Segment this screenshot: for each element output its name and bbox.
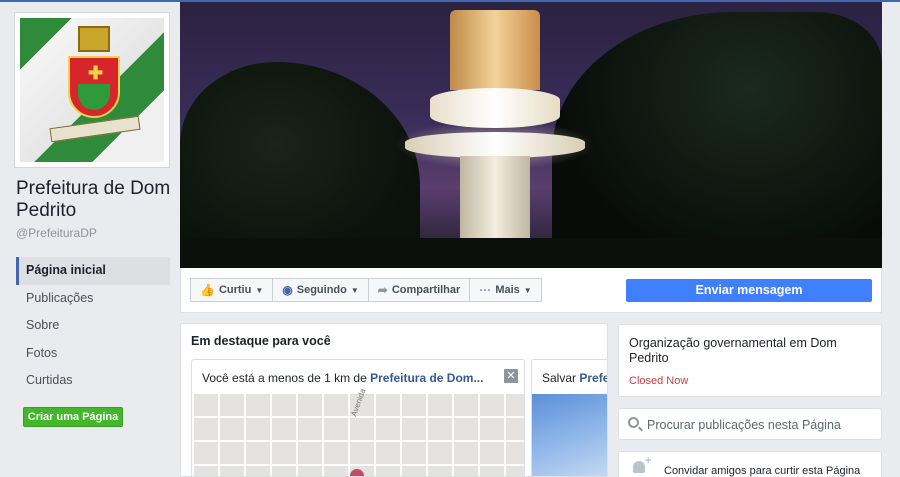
trees-silhouette-right — [552, 12, 882, 268]
send-message-button[interactable]: Enviar mensagem — [626, 279, 872, 302]
nav-item-about[interactable]: Sobre — [16, 312, 170, 340]
search-input[interactable] — [647, 415, 875, 435]
map-street-label: Avenida — [349, 387, 368, 418]
close-icon[interactable]: ✕ — [504, 369, 518, 383]
page-navigation: Página inicial Publicações Sobre Fotos C… — [16, 257, 170, 395]
add-friend-icon — [633, 455, 651, 473]
chevron-down-icon: ▼ — [523, 285, 532, 295]
share-label: Compartilhar — [391, 284, 461, 296]
nav-item-home[interactable]: Página inicial — [16, 257, 170, 285]
profile-picture[interactable]: ✚ — [14, 12, 170, 168]
save-text-prefix: Salvar — [542, 371, 580, 385]
nav-item-posts[interactable]: Publicações — [16, 285, 170, 313]
nav-item-likes[interactable]: Curtidas — [16, 367, 170, 395]
page-post-search — [618, 408, 882, 440]
page-title[interactable]: Prefeitura de Dom Pedrito — [16, 178, 176, 222]
chevron-down-icon: ▼ — [255, 285, 264, 295]
location-text-prefix: Você está a menos de 1 km de — [202, 371, 371, 385]
ellipsis-icon: ··· — [479, 283, 492, 297]
highlights-card: Em destaque para você Você está a menos … — [180, 323, 608, 477]
chevron-down-icon: ▼ — [350, 285, 359, 295]
ground-silhouette — [180, 238, 882, 268]
like-button[interactable]: 👍 Curtiu ▼ — [190, 278, 274, 302]
search-icon — [628, 417, 639, 428]
page-action-bar: 👍 Curtiu ▼ ◉ Seguindo ▼ ➦ Compartilhar ·… — [180, 268, 882, 313]
about-card: Organização governamental em Dom Pedrito… — [618, 324, 882, 397]
save-page-link[interactable]: Prefe — [579, 371, 607, 385]
cross-icon: ✚ — [88, 63, 104, 83]
save-card-text: Salvar Prefe — [542, 371, 607, 385]
save-page-card[interactable]: Salvar Prefe — [531, 359, 607, 476]
save-card-image — [532, 394, 607, 476]
page-category[interactable]: Organização governamental em Dom Pedrito — [629, 336, 859, 366]
thumbs-up-icon: 👍 — [200, 283, 215, 297]
following-label: Seguindo — [296, 284, 347, 296]
location-page-link[interactable]: Prefeitura de Dom... — [370, 371, 483, 385]
location-map[interactable]: Avenida — [192, 387, 524, 476]
invite-friends-row[interactable]: Convidar amigos para curtir esta Página — [618, 451, 882, 477]
more-label: Mais — [495, 284, 520, 296]
like-label: Curtiu — [218, 284, 252, 296]
cover-photo[interactable] — [180, 2, 882, 268]
highlights-title: Em destaque para você — [191, 334, 331, 348]
action-buttons: 👍 Curtiu ▼ ◉ Seguindo ▼ ➦ Compartilhar ·… — [190, 278, 542, 302]
motto-ribbon — [49, 115, 141, 143]
page-handle[interactable]: @PrefeituraDP — [16, 226, 97, 240]
create-page-button[interactable]: Criar uma Página — [23, 407, 123, 427]
share-button[interactable]: ➦ Compartilhar — [367, 278, 471, 302]
rss-icon: ◉ — [282, 283, 293, 297]
nav-item-photos[interactable]: Fotos — [16, 340, 170, 368]
invite-friends-label: Convidar amigos para curtir esta Página — [664, 465, 861, 477]
more-button[interactable]: ··· Mais ▼ — [469, 278, 542, 302]
crown-emblem — [78, 26, 110, 52]
shield-emblem: ✚ — [68, 56, 120, 118]
share-arrow-icon: ➦ — [377, 283, 388, 297]
map-pin-icon — [350, 469, 364, 476]
location-card[interactable]: Você está a menos de 1 km de Prefeitura … — [191, 359, 525, 476]
open-status: Closed Now — [629, 375, 689, 387]
following-button[interactable]: ◉ Seguindo ▼ — [272, 278, 369, 302]
coat-of-arms-flag-image: ✚ — [20, 18, 164, 162]
location-card-text: Você está a menos de 1 km de Prefeitura … — [202, 371, 483, 385]
water-tower-illustration — [395, 10, 595, 248]
